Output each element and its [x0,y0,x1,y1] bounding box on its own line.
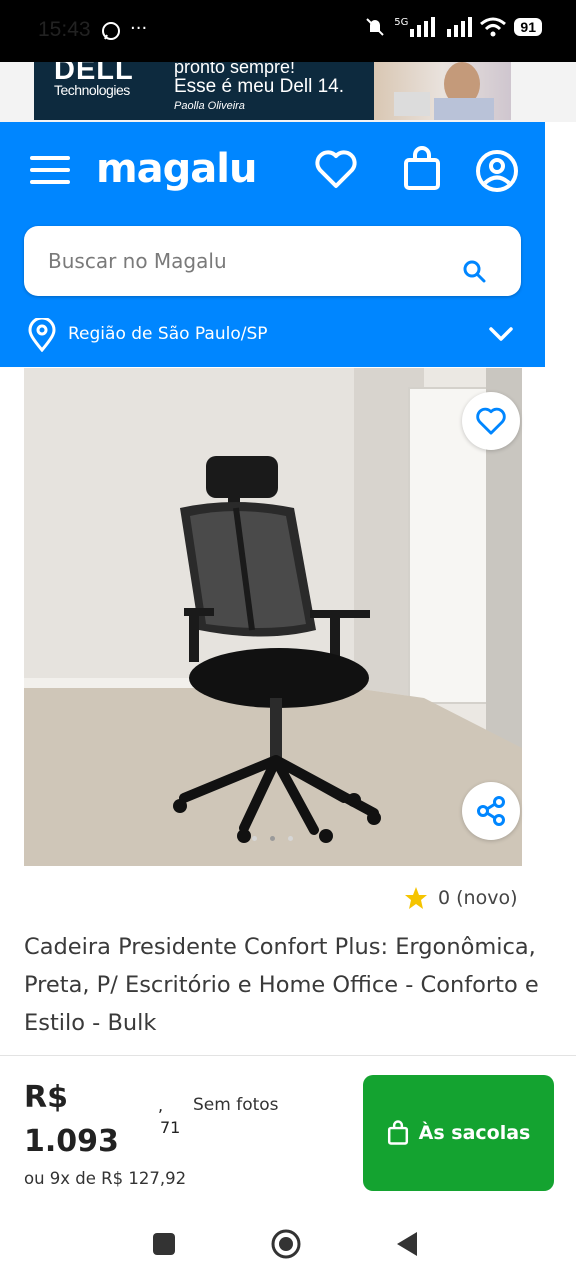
favorites-icon[interactable] [314,148,358,194]
more-notifications-icon: ··· [130,18,148,39]
mute-icon [366,18,385,36]
product-title: Cadeira Presidente Confort Plus: Ergonôm… [24,934,539,1036]
ad-line-2: Esse é meu Dell 14. [174,76,345,97]
share-icon [477,796,505,826]
status-icons: 5G 91 [364,16,542,38]
price-cents: 71 [160,1118,181,1137]
network-type: 5G [394,16,409,28]
wifi-icon [480,17,507,37]
search-box[interactable] [24,226,521,296]
menu-icon[interactable] [30,156,70,184]
no-photos-label: Sem fotos [193,1095,279,1115]
ad-line-3: Paolla Oliveira [174,100,245,112]
rating-text: 0 (novo) [438,887,518,909]
carousel-dot-active[interactable] [270,836,275,841]
home-icon[interactable] [270,1228,302,1264]
ad-photo [374,62,511,120]
search-input[interactable] [24,226,521,296]
price-currency: R$ [24,1080,68,1115]
favorite-button[interactable] [462,392,520,450]
location-pin-icon[interactable] [28,316,56,356]
rating[interactable]: 0 (novo) [404,886,518,910]
signal-icon [410,17,436,37]
recent-apps-icon[interactable] [153,1233,175,1255]
star-icon [405,887,427,909]
logo[interactable]: magalu [96,146,257,192]
ad-content[interactable]: DELL Technologies pronto sempre! Esse é … [34,62,511,120]
bag-icon[interactable] [402,146,442,196]
region-label[interactable]: Região de São Paulo/SP [68,324,267,344]
price-integer: 1.093 [24,1124,119,1159]
back-icon[interactable] [395,1230,419,1262]
bag-icon [387,1120,408,1145]
account-icon[interactable] [474,148,520,198]
add-to-bag-button[interactable]: Às sacolas [363,1075,554,1191]
ad-brand-sub: Technologies [54,82,130,98]
search-icon[interactable] [462,259,488,285]
carousel-dot[interactable] [252,836,257,841]
installments-text: ou 9x de R$ 127,92 [24,1169,187,1188]
signal-icon-2 [447,17,473,37]
product-image[interactable] [24,368,522,866]
share-button[interactable] [462,782,520,840]
whatsapp-icon [100,20,122,46]
ad-banner[interactable]: DELL Technologies pronto sempre! Esse é … [0,62,576,122]
heart-icon [476,407,506,435]
add-to-bag-label: Às sacolas [418,1122,531,1144]
battery-indicator: 91 [514,18,542,36]
carousel-dot[interactable] [288,836,293,841]
status-time: 15:43 [38,18,91,41]
chevron-down-icon[interactable] [488,326,514,346]
price-comma: , [158,1096,164,1115]
